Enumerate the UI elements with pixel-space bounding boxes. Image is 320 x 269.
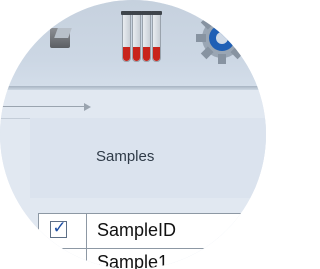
samples-table: ✓ SampleID Sample1 <box>38 213 266 269</box>
partial-grey-icon[interactable] <box>50 28 70 48</box>
toolbar <box>0 0 266 86</box>
panel-title: Samples <box>96 148 155 165</box>
checkmark-icon: ✓ <box>52 218 67 238</box>
table-cell-sampleid[interactable]: Sample1 <box>97 252 168 269</box>
row-checkbox[interactable] <box>50 254 67 269</box>
column-separator <box>86 214 87 269</box>
magnified-view: Samples ✓ SampleID Sample1 <box>0 0 266 269</box>
callout-arrow-line <box>0 106 86 107</box>
callout-arrow-head <box>84 103 91 111</box>
test-tubes-icon[interactable] <box>118 10 164 64</box>
select-all-checkbox[interactable]: ✓ <box>50 218 67 238</box>
gear-icon[interactable] <box>194 10 250 66</box>
column-header-sampleid[interactable]: SampleID <box>97 220 176 241</box>
